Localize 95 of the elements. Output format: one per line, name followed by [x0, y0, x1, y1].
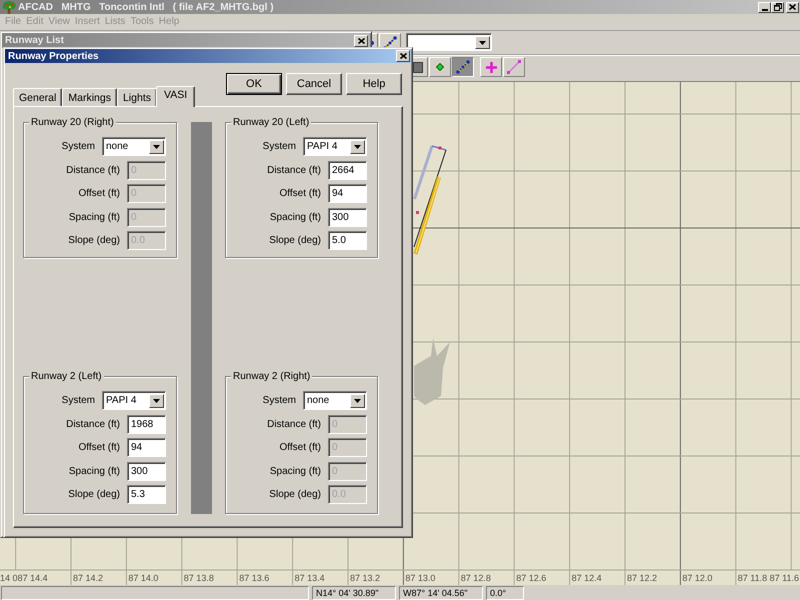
- close-button[interactable]: [396, 50, 410, 62]
- input-field[interactable]: 5.0: [328, 231, 367, 250]
- dotted-line-icon: [456, 60, 470, 74]
- field-label: Distance (ft): [66, 418, 120, 430]
- field-label: System: [262, 395, 296, 406]
- caret-icon: [354, 145, 361, 149]
- group-title: Runway 20 (Right): [29, 117, 116, 128]
- input-field[interactable]: 94: [127, 438, 166, 457]
- axis-label: 87 13.0: [405, 573, 436, 583]
- status-panel: 0.0°: [486, 586, 524, 600]
- input-field[interactable]: 2664: [328, 160, 367, 180]
- caret-icon: [153, 145, 160, 149]
- tab[interactable]: Lights: [116, 88, 157, 106]
- dropdown-button[interactable]: [475, 36, 490, 49]
- dropdown-button[interactable]: [149, 394, 164, 408]
- dialog-title: Runway Properties: [8, 50, 99, 62]
- axis-label: 87 11.8: [738, 573, 768, 583]
- minimize-button[interactable]: [758, 2, 771, 12]
- field-label: Distance (ft): [66, 164, 120, 176]
- caret-icon: [153, 399, 160, 403]
- dropdown-button[interactable]: [350, 394, 365, 408]
- axis-label: 87 13.4: [294, 573, 325, 583]
- group-title: Runway 2 (Left): [29, 371, 104, 382]
- close-icon: [358, 38, 364, 44]
- status-panel: W87° 14' 04.56": [399, 586, 483, 600]
- input-field[interactable]: 94: [328, 184, 367, 203]
- close-button[interactable]: [786, 2, 799, 12]
- field-label: Offset (ft): [78, 442, 120, 453]
- dropdown[interactable]: none: [102, 137, 166, 156]
- dropdown-button[interactable]: [350, 140, 365, 154]
- field-label: System: [262, 141, 296, 152]
- dropdown[interactable]: [406, 33, 492, 51]
- input-field[interactable]: 300: [127, 462, 166, 480]
- status-panel: N14° 04' 30.89": [312, 586, 396, 600]
- axis-label: 87 12.8: [460, 573, 491, 583]
- axis-label: 87 14.2: [73, 573, 104, 583]
- axis-label: 87 11.6: [770, 573, 799, 583]
- close-icon: [789, 4, 796, 10]
- diamond-icon: [436, 63, 444, 71]
- terrain-shape: [414, 338, 450, 405]
- field-label: Offset (ft): [280, 188, 321, 199]
- field-label: System: [62, 395, 95, 406]
- axis-label: 87 13.2: [350, 573, 380, 583]
- dropdown[interactable]: PAPI 4: [102, 391, 166, 410]
- field-label: Slope (deg): [269, 235, 321, 246]
- field-label: Offset (ft): [78, 188, 120, 199]
- field-label: System: [62, 141, 95, 152]
- dropdown[interactable]: PAPI 4: [303, 137, 367, 156]
- dialog-button[interactable]: Help: [346, 73, 402, 95]
- minimize-icon: [762, 8, 768, 10]
- axis-label: 87 14.4: [18, 573, 48, 583]
- field-label: Distance (ft): [267, 164, 321, 176]
- axis-label: 87 12.6: [516, 573, 546, 583]
- input-field[interactable]: 300: [328, 208, 367, 226]
- field-label: Slope (deg): [269, 489, 321, 500]
- field-label: Spacing (ft): [68, 466, 120, 476]
- field-label: Spacing (ft): [270, 466, 321, 476]
- caret-icon: [354, 399, 361, 403]
- restore-button[interactable]: [771, 2, 784, 12]
- dropdown-button[interactable]: [149, 140, 164, 154]
- axis-label: 87 13.6: [239, 573, 270, 583]
- field-label: Spacing (ft): [68, 212, 120, 222]
- close-icon: [400, 53, 406, 59]
- input-field[interactable]: 5.3: [127, 485, 166, 504]
- restore-icon: [774, 3, 782, 11]
- axis-label: 87 12.4: [572, 573, 602, 583]
- tab[interactable]: VASI: [156, 86, 196, 107]
- caret-icon: [479, 40, 486, 44]
- group-title: Runway 2 (Right): [231, 371, 312, 382]
- dropdown[interactable]: none: [303, 391, 367, 410]
- axis-label: 87 12.0: [682, 573, 712, 583]
- axis-label: 87 14.0: [128, 573, 158, 583]
- toolbar-button[interactable]: [452, 57, 474, 77]
- axis-label: 87 13.8: [184, 573, 214, 583]
- tab[interactable]: Markings: [62, 88, 117, 106]
- runway-drawing[interactable]: [413, 145, 446, 255]
- field-label: Spacing (ft): [270, 212, 321, 222]
- group-title: Runway 20 (Left): [231, 117, 312, 128]
- rectangle-icon: [413, 62, 423, 72]
- input-field[interactable]: 1968: [127, 414, 166, 434]
- tab[interactable]: General: [13, 88, 62, 106]
- axis-label: 14 0: [0, 573, 18, 583]
- close-button[interactable]: [354, 34, 368, 46]
- axis-label: 87 12.2: [627, 573, 658, 583]
- window-title: AFCAD MHTG Toncontin Intl ( file AF2_MHTG.bgl ): [18, 0, 274, 14]
- tree-icon: [2, 0, 16, 14]
- field-label: Distance (ft): [267, 418, 321, 430]
- dialog-button[interactable]: OK: [226, 73, 282, 95]
- dialog-button[interactable]: Cancel: [286, 73, 342, 95]
- field-label: Slope (deg): [68, 489, 120, 500]
- diagonal-line-icon: [507, 60, 521, 74]
- panel-title: Runway List: [5, 35, 64, 46]
- plus-icon: [486, 62, 496, 72]
- field-label: Offset (ft): [280, 442, 321, 453]
- field-label: Slope (deg): [68, 235, 120, 246]
